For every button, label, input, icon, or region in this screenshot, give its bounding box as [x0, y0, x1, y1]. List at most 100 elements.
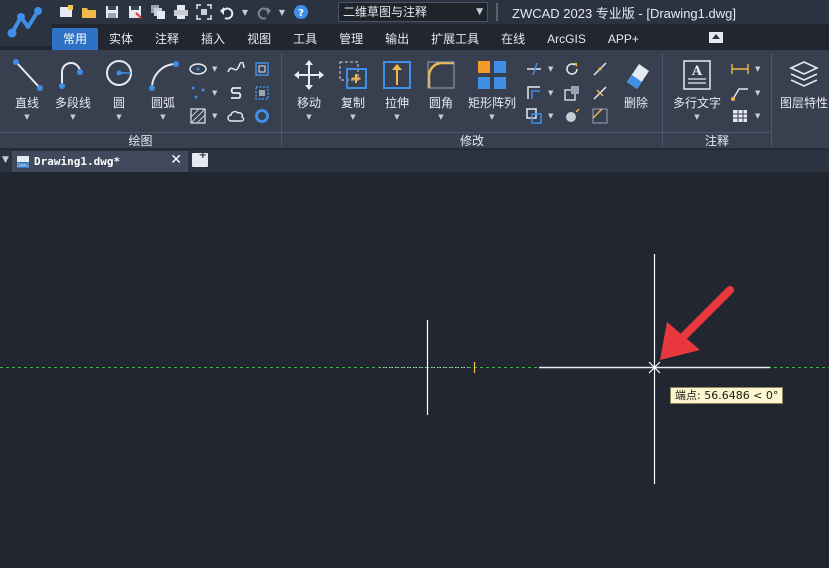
save-as-icon[interactable]	[125, 2, 145, 22]
chevron-down-icon[interactable]: ▼	[212, 89, 217, 97]
tab-extensions[interactable]: 扩展工具	[420, 28, 490, 50]
mtext-button[interactable]: A 多行文字 ▼	[668, 56, 726, 124]
document-tab[interactable]: DWG Drawing1.dwg* ✕	[12, 151, 188, 172]
scale-icon[interactable]	[562, 83, 582, 103]
chevron-down-icon: ▼	[350, 113, 356, 121]
chevron-down-icon[interactable]: ▼	[212, 112, 217, 120]
chevron-down-icon[interactable]: ▼	[755, 89, 760, 97]
plot-icon[interactable]	[171, 2, 191, 22]
boundary-icon[interactable]	[252, 83, 272, 103]
chevron-down-icon: ▼	[306, 113, 312, 121]
svg-text:A: A	[691, 64, 703, 79]
chevron-down-icon[interactable]: ▼	[548, 65, 553, 73]
redo-dropdown-icon[interactable]: ▼	[277, 8, 287, 17]
tab-app-plus[interactable]: APP+	[597, 28, 650, 50]
draw-panel-title: 绘图	[0, 132, 281, 148]
revision-cloud-icon[interactable]	[226, 106, 246, 126]
break-icon[interactable]	[590, 59, 610, 79]
close-icon[interactable]: ✕	[170, 152, 182, 168]
stretch-icon	[383, 61, 411, 89]
new-drawing-tab-button[interactable]	[192, 150, 208, 167]
helix-icon[interactable]	[226, 83, 246, 103]
hatch-icon[interactable]	[188, 106, 208, 126]
linear-dimension-icon[interactable]	[730, 59, 750, 79]
polyline-button[interactable]: 多段线 ▼	[50, 56, 96, 124]
erase-button[interactable]: 删除	[613, 56, 659, 124]
save-icon[interactable]	[102, 2, 122, 22]
chevron-down-icon: ▼	[394, 113, 400, 121]
layer-properties-button[interactable]: 图层特性	[776, 56, 829, 124]
tab-manage[interactable]: 管理	[328, 28, 374, 50]
copy-button-label: 复制	[340, 96, 365, 110]
leader-icon[interactable]	[730, 83, 750, 103]
ribbon-collapse-button[interactable]	[709, 32, 723, 43]
chamfer-icon[interactable]	[590, 106, 610, 126]
drawing-canvas[interactable]	[0, 172, 829, 568]
join-icon[interactable]	[590, 83, 610, 103]
file-tabs-menu-icon[interactable]: ▼	[2, 155, 9, 165]
offset-icon[interactable]	[524, 83, 544, 103]
copy-button[interactable]: 复制 ▼	[330, 56, 376, 124]
line-button[interactable]: 直线 ▼	[4, 56, 50, 124]
polyline-button-label: 多段线	[54, 96, 91, 110]
tab-arcgis[interactable]: ArcGIS	[536, 28, 597, 50]
redo-icon[interactable]	[254, 2, 274, 22]
explode-icon[interactable]	[562, 106, 582, 126]
zoom-extents-icon[interactable]	[194, 2, 214, 22]
undo-dropdown-icon[interactable]: ▼	[240, 8, 250, 17]
tab-home[interactable]: 常用	[52, 28, 99, 50]
tab-view[interactable]: 视图	[236, 28, 282, 50]
erase-button-label: 删除	[623, 96, 648, 110]
zwcad-logo-icon	[7, 7, 42, 38]
ellipse-icon[interactable]	[188, 59, 208, 79]
undo-icon[interactable]	[217, 2, 237, 22]
annotation-panel-title: 注释	[663, 132, 771, 148]
chevron-down-icon: ▼	[160, 113, 166, 121]
new-icon[interactable]	[56, 2, 76, 22]
fillet-button[interactable]: 圆角 ▼	[418, 56, 464, 124]
rotate-icon[interactable]	[562, 59, 582, 79]
open-icon[interactable]	[79, 2, 99, 22]
svg-text:DWG: DWG	[17, 163, 29, 169]
chevron-down-icon[interactable]: ▼	[212, 65, 217, 73]
rectangular-array-button[interactable]: 矩形阵列 ▼	[464, 56, 520, 124]
move-icon	[294, 60, 324, 90]
mirror-icon[interactable]	[524, 106, 544, 126]
donut-icon[interactable]	[252, 106, 272, 126]
arc-button[interactable]: 圆弧 ▼	[140, 56, 186, 124]
rectangle-icon[interactable]	[252, 59, 272, 79]
chevron-down-icon[interactable]: ▼	[548, 112, 553, 120]
layer-properties-button-label: 图层特性	[779, 96, 828, 110]
tab-output[interactable]: 输出	[374, 28, 420, 50]
spline-icon[interactable]	[226, 59, 246, 79]
ribbon-tabs: 常用 实体 注释 插入 视图 工具 管理 输出 扩展工具 在线 ArcGIS A…	[52, 28, 650, 50]
tab-online[interactable]: 在线	[490, 28, 536, 50]
help-icon[interactable]: ?	[291, 2, 311, 22]
rectangular-array-icon	[478, 61, 506, 89]
stretch-button[interactable]: 拉伸 ▼	[374, 56, 420, 124]
chevron-down-icon: ▼	[438, 113, 444, 121]
tab-solid[interactable]: 实体	[98, 28, 144, 50]
table-icon[interactable]	[730, 106, 750, 126]
fillet-icon	[427, 61, 455, 89]
circle-button-label: 圆	[112, 96, 125, 110]
chevron-down-icon[interactable]: ▼	[548, 89, 553, 97]
quick-access-toolbar: ▼ ▼ ?	[56, 2, 314, 22]
chevron-down-icon: ▼	[116, 113, 122, 121]
dwg-file-icon: DWG	[17, 155, 29, 169]
workspace-select-value: 二维草图与注释	[343, 5, 428, 19]
chevron-down-icon[interactable]: ▼	[755, 65, 760, 73]
snap-tooltip: 端点: 56.6486 < 0°	[670, 387, 784, 404]
batch-plot-icon[interactable]	[148, 2, 168, 22]
move-button[interactable]: 移动 ▼	[286, 56, 332, 124]
tab-insert[interactable]: 插入	[190, 28, 236, 50]
app-logo[interactable]	[0, 0, 52, 46]
chevron-down-icon[interactable]: ▼	[755, 112, 760, 120]
workspace-select[interactable]: 二维草图与注释 ▼	[338, 2, 488, 22]
circle-button[interactable]: 圆 ▼	[96, 56, 142, 124]
tab-tools[interactable]: 工具	[282, 28, 328, 50]
tab-annotate[interactable]: 注释	[144, 28, 190, 50]
eraser-icon	[627, 64, 649, 89]
point-icon[interactable]	[188, 83, 208, 103]
trim-icon[interactable]	[524, 59, 544, 79]
